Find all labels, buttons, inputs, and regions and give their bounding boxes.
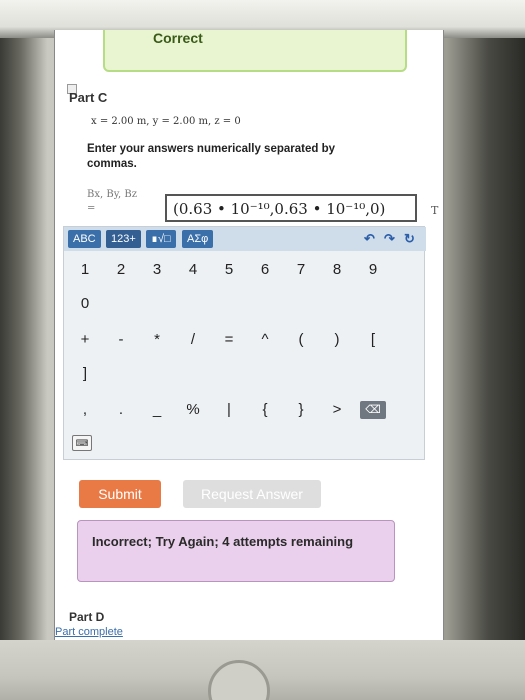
tab-symbols[interactable]: ΑΣφ [182,230,214,248]
key-open-brace[interactable]: { [254,401,276,418]
key-period[interactable]: . [110,401,132,418]
submit-button[interactable]: Submit [79,480,161,508]
key-plus[interactable]: + [74,331,96,348]
correct-banner: Correct [103,30,407,72]
answer-equals: = [87,203,96,214]
key-underscore[interactable]: _ [146,401,168,418]
key-1[interactable]: 1 [74,261,96,278]
part-d-status-link[interactable]: Part complete [55,626,123,638]
key-greater-than[interactable]: > [326,401,348,418]
key-0[interactable]: 0 [74,295,96,312]
unit-label: T [431,204,439,217]
key-9[interactable]: 9 [362,261,384,278]
key-3[interactable]: 3 [146,261,168,278]
key-pipe[interactable]: | [218,401,240,418]
tab-templates[interactable]: ∎√□ [146,230,176,248]
key-caret[interactable]: ^ [254,331,276,348]
keyboard-icon[interactable]: ⌨ [72,435,92,451]
instruction-text: Enter your answers numerically separated… [87,143,335,170]
redo-icon[interactable]: ↷ [384,231,395,247]
math-keypad: ABC 123+ ∎√□ ΑΣφ ↶ ↷ ↻ 1 2 3 4 5 6 7 8 9… [63,226,426,460]
answer-variables: Bx, By, Bz [87,189,137,200]
keypad-mode-bar: ABC 123+ ∎√□ ΑΣφ ↶ ↷ ↻ [64,227,426,251]
key-2[interactable]: 2 [110,261,132,278]
key-5[interactable]: 5 [218,261,240,278]
given-coordinates: x = 2.00 m, y = 2.00 m, z = 0 [91,116,241,127]
key-close-paren[interactable]: ) [326,331,348,348]
browser-screen: Correct Part C x = 2.00 m, y = 2.00 m, z… [54,30,444,640]
key-open-paren[interactable]: ( [290,331,312,348]
part-c-title: Part C [69,90,108,105]
key-comma[interactable]: , [74,401,96,418]
tab-abc[interactable]: ABC [68,230,101,248]
backspace-icon[interactable]: ⌫ [360,401,386,419]
part-d-title: Part D [69,610,105,624]
key-divide[interactable]: / [182,331,204,348]
feedback-box: Incorrect; Try Again; 4 attempts remaini… [77,520,395,582]
key-percent[interactable]: % [182,401,204,418]
key-open-bracket[interactable]: [ [362,331,384,348]
key-8[interactable]: 8 [326,261,348,278]
key-equals[interactable]: = [218,331,240,348]
key-7[interactable]: 7 [290,261,312,278]
answer-label: Bx, By, Bz = [87,188,157,216]
correct-label: Correct [153,30,203,46]
key-4[interactable]: 4 [182,261,204,278]
request-answer-button[interactable]: Request Answer [183,480,321,508]
key-minus[interactable]: - [110,331,132,348]
answer-input[interactable]: (0.63 • 10⁻¹⁰,0.63 • 10⁻¹⁰,0) [165,194,417,222]
key-close-bracket[interactable]: ] [74,365,96,382]
feedback-message: Incorrect; Try Again; 4 attempts remaini… [92,534,354,549]
undo-icon[interactable]: ↶ [364,231,375,247]
tab-123[interactable]: 123+ [106,230,141,248]
key-multiply[interactable]: * [146,331,168,348]
key-6[interactable]: 6 [254,261,276,278]
key-close-brace[interactable]: } [290,401,312,418]
reset-icon[interactable]: ↻ [404,231,415,247]
